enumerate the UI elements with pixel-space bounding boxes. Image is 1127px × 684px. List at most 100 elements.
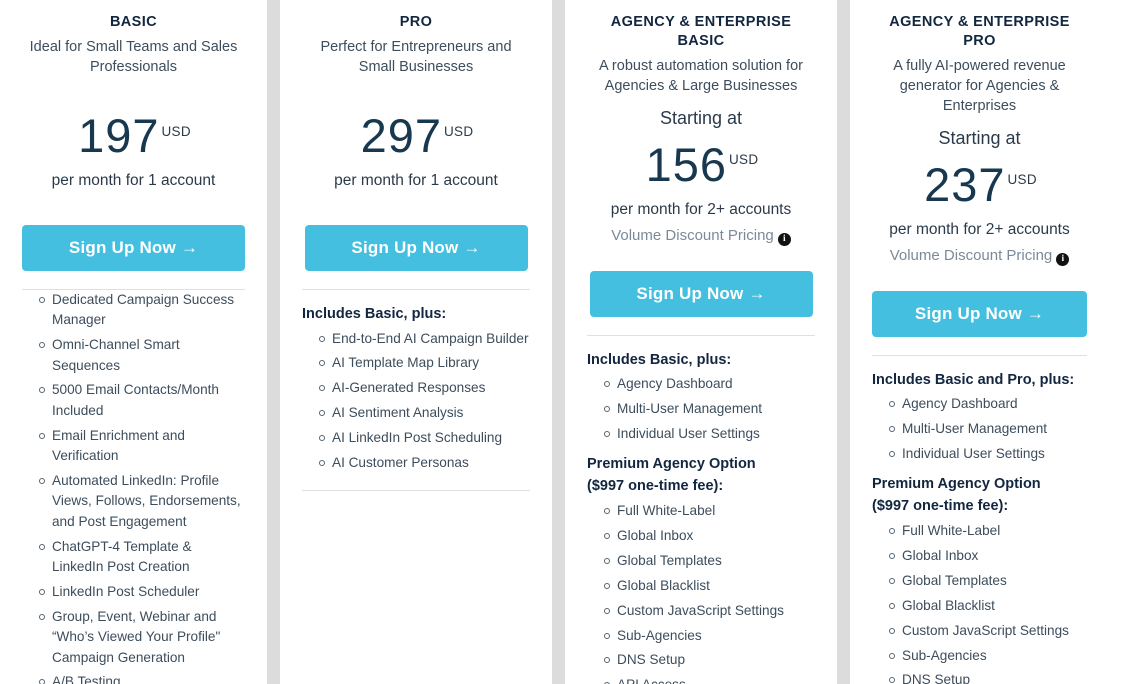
list-item: DNS Setup [604, 650, 815, 670]
volume-discount-link[interactable]: Volume Discount Pricing [890, 247, 1053, 264]
premium-feature-list: Full White-Label Global Inbox Global Tem… [872, 521, 1087, 684]
feature-list: Agency Dashboard Multi-User Management I… [872, 394, 1087, 464]
feature-list: End-to-End AI Campaign Builder AI Templa… [302, 329, 530, 474]
plan-tagline: Ideal for Small Teams and Sales Professi… [29, 38, 238, 75]
plan-name: AGENCY & ENTERPRISE PRO [889, 14, 1070, 49]
sign-up-button[interactable]: Sign Up Now → [22, 224, 245, 271]
volume-discount-link[interactable]: Volume Discount Pricing [611, 227, 774, 244]
list-item: AI Sentiment Analysis [319, 403, 530, 423]
plan-price: 297 USD [302, 112, 530, 159]
price-amount: 156 [645, 137, 727, 191]
list-item: Agency Dashboard [889, 394, 1087, 414]
price-currency: USD [729, 152, 759, 168]
list-item: Agency Dashboard [604, 374, 815, 394]
list-item: AI Template Map Library [319, 353, 530, 373]
feature-section-heading: Includes Basic, plus: [302, 305, 447, 322]
list-item: AI LinkedIn Post Scheduling [319, 428, 530, 448]
pricing-card-agency-enterprise-basic: AGENCY & ENTERPRISE BASIC A robust autom… [565, 0, 837, 684]
price-currency: USD [1007, 172, 1037, 188]
price-currency: USD [444, 123, 474, 139]
cta-wrapper: Sign Up Now → [302, 224, 530, 271]
list-item: Dedicated Campaign Success Manager [39, 290, 245, 331]
list-item: Global Templates [604, 551, 815, 571]
list-item: Multi-User Management [889, 419, 1087, 439]
price-amount: 197 [78, 108, 160, 162]
card-bottom-divider [302, 490, 530, 492]
sign-up-button[interactable]: Sign Up Now → [304, 224, 528, 271]
price-note: per month for 2+ accounts [610, 200, 792, 218]
sign-up-button[interactable]: Sign Up Now → [589, 270, 813, 317]
starting-at-label: Starting at [938, 127, 1021, 148]
starting-at-label: Starting at [659, 107, 743, 128]
column-gap [267, 0, 280, 684]
list-item: Full White-Label [889, 521, 1087, 541]
plan-price: 197 USD [22, 112, 245, 159]
list-item: Global Inbox [889, 546, 1087, 566]
plan-tagline: A robust automation solution for Agencie… [599, 57, 803, 94]
price-amount: 297 [360, 108, 442, 162]
list-item: Global Inbox [604, 526, 815, 546]
premium-option-heading: Premium Agency Option [587, 455, 756, 472]
plan-price: 237 USD [872, 161, 1087, 208]
list-item: Global Blacklist [604, 576, 815, 596]
list-item: Full White-Label [604, 501, 815, 521]
right-spacer [1109, 0, 1127, 684]
pricing-card-pro: PRO Perfect for Entrepreneurs and Small … [280, 0, 552, 684]
list-item: Omni-Channel Smart Sequences [39, 335, 245, 376]
card-divider [302, 288, 530, 290]
list-item: Individual User Settings [889, 444, 1087, 464]
list-item: ChatGPT-4 Template & LinkedIn Post Creat… [39, 537, 245, 578]
premium-option-fee: ($997 one-time fee): [587, 478, 724, 495]
cta-wrapper: Sign Up Now → [872, 290, 1087, 337]
premium-feature-list: Full White-Label Global Inbox Global Tem… [587, 501, 815, 684]
feature-list: Agency Dashboard Multi-User Management I… [587, 374, 815, 444]
feature-list: Dedicated Campaign Success Manager Omni-… [22, 290, 245, 684]
volume-discount-row: Volume Discount Pricing i [872, 247, 1087, 266]
list-item: Multi-User Management [604, 399, 815, 419]
feature-section-heading: Includes Basic, plus: [587, 351, 732, 368]
plan-name: AGENCY & ENTERPRISE BASIC [610, 14, 792, 49]
price-note: per month for 2+ accounts [889, 220, 1070, 238]
plan-price: 156 USD [587, 141, 815, 188]
list-item: Group, Event, Webinar and “Who’s Viewed … [39, 607, 245, 668]
list-item: Custom JavaScript Settings [889, 621, 1087, 641]
list-item: Sub-Agencies [604, 626, 815, 646]
price-note: per month for 1 account [51, 171, 216, 189]
info-icon[interactable]: i [777, 232, 791, 246]
list-item: Global Templates [889, 571, 1087, 591]
price-currency: USD [161, 123, 191, 139]
list-item: Custom JavaScript Settings [604, 601, 815, 621]
plan-tagline: A fully AI-powered revenue generator for… [893, 57, 1066, 114]
cta-wrapper: Sign Up Now → [587, 270, 815, 317]
cta-wrapper: Sign Up Now → [22, 224, 245, 271]
feature-section-heading: Includes Basic and Pro, plus: [872, 371, 1075, 388]
list-item: Sub-Agencies [889, 646, 1087, 666]
price-amount: 237 [924, 157, 1006, 211]
column-gap [552, 0, 565, 684]
list-item: 5000 Email Contacts/Month Included [39, 380, 245, 421]
list-item: AI-Generated Responses [319, 378, 530, 398]
list-item: API Access [604, 675, 815, 684]
list-item: AI Customer Personas [319, 453, 530, 473]
list-item: LinkedIn Post Scheduler [39, 582, 245, 602]
info-icon[interactable]: i [1056, 252, 1070, 266]
pricing-card-agency-enterprise-pro: AGENCY & ENTERPRISE PRO A fully AI-power… [850, 0, 1109, 684]
pricing-plans-grid: BASIC Ideal for Small Teams and Sales Pr… [0, 0, 1127, 684]
plan-tagline: Perfect for Entrepreneurs and Small Busi… [320, 38, 512, 75]
volume-discount-row: Volume Discount Pricing i [587, 227, 815, 246]
column-gap [837, 0, 850, 684]
premium-option-heading: Premium Agency Option [872, 475, 1041, 492]
list-item: End-to-End AI Campaign Builder [319, 329, 530, 349]
list-item: DNS Setup [889, 670, 1087, 684]
card-divider [872, 354, 1087, 356]
list-item: Automated LinkedIn: Profile Views, Follo… [39, 471, 245, 532]
list-item: Email Enrichment and Verification [39, 426, 245, 467]
premium-option-fee: ($997 one-time fee): [872, 498, 1009, 515]
list-item: Global Blacklist [889, 596, 1087, 616]
sign-up-button[interactable]: Sign Up Now → [872, 290, 1087, 337]
list-item: A/B Testing [39, 672, 245, 684]
pricing-card-basic: BASIC Ideal for Small Teams and Sales Pr… [0, 0, 267, 684]
price-note: per month for 1 account [334, 171, 498, 189]
plan-name: BASIC [109, 14, 158, 30]
plan-name: PRO [399, 14, 433, 30]
